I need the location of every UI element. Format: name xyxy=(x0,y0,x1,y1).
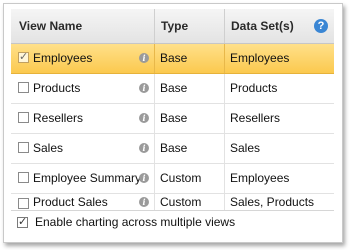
row-checkbox[interactable] xyxy=(18,198,29,209)
view-type: Base xyxy=(160,81,188,95)
view-data-sets: Resellers xyxy=(230,111,281,125)
header-divider xyxy=(154,9,155,43)
row-checkbox[interactable] xyxy=(18,82,29,93)
table-row[interactable]: Products i Base Products xyxy=(11,74,334,104)
column-divider xyxy=(154,74,155,103)
view-name: Products xyxy=(33,81,81,95)
column-divider xyxy=(224,44,225,73)
column-divider xyxy=(224,74,225,103)
view-data-sets: Products xyxy=(230,81,278,95)
view-name: Product Sales xyxy=(33,195,108,209)
table-row[interactable]: Resellers i Base Resellers xyxy=(11,104,334,134)
header-divider xyxy=(224,9,225,43)
view-type: Base xyxy=(160,51,188,65)
views-panel: View Name Type Data Set(s) ? ✓ Employees… xyxy=(3,3,343,243)
divider xyxy=(11,210,334,211)
row-checkbox[interactable] xyxy=(18,172,29,183)
column-divider xyxy=(154,164,155,193)
table-row[interactable]: Sales i Base Sales xyxy=(11,134,334,164)
column-divider xyxy=(224,134,225,163)
info-icon[interactable]: i xyxy=(139,83,149,93)
enable-charting-checkbox[interactable]: ✓ xyxy=(17,216,28,228)
info-icon[interactable]: i xyxy=(139,197,149,207)
view-name: Employee Summary xyxy=(33,171,142,185)
table-row[interactable]: ✓ Employees i Base Employees xyxy=(11,44,334,74)
column-divider xyxy=(224,194,225,210)
view-name: Sales xyxy=(33,141,64,155)
view-data-sets: Sales xyxy=(230,141,261,155)
column-divider xyxy=(154,134,155,163)
table-row[interactable]: Employee Summary i Custom Employees xyxy=(11,164,334,194)
multi-view-charting-option[interactable]: ✓ Enable charting across multiple views xyxy=(11,212,334,236)
column-divider xyxy=(154,44,155,73)
view-data-sets: Employees xyxy=(230,171,290,185)
row-checkbox[interactable] xyxy=(18,142,29,153)
check-icon: ✓ xyxy=(19,51,29,63)
header-data-sets[interactable]: Data Set(s) xyxy=(231,9,294,43)
view-name: Employees xyxy=(33,51,93,65)
view-type: Custom xyxy=(160,171,202,185)
column-divider xyxy=(224,104,225,133)
check-icon: ✓ xyxy=(18,216,28,228)
column-divider xyxy=(154,104,155,133)
view-data-sets: Sales, Products xyxy=(230,195,315,209)
header-type[interactable]: Type xyxy=(161,9,188,43)
info-icon[interactable]: i xyxy=(139,143,149,153)
view-data-sets: Employees xyxy=(230,51,290,65)
table-row[interactable]: Product Sales i Custom Sales, Products xyxy=(11,194,334,210)
view-type: Base xyxy=(160,111,188,125)
help-icon[interactable]: ? xyxy=(314,19,328,33)
row-checkbox[interactable] xyxy=(18,112,29,123)
header-view-name[interactable]: View Name xyxy=(19,9,82,43)
enable-charting-label[interactable]: Enable charting across multiple views xyxy=(35,212,235,232)
row-checkbox[interactable]: ✓ xyxy=(18,51,29,63)
view-type: Base xyxy=(160,141,188,155)
view-name: Resellers xyxy=(33,111,84,125)
view-type: Custom xyxy=(160,195,202,209)
column-divider xyxy=(154,194,155,210)
column-divider xyxy=(224,164,225,193)
info-icon[interactable]: i xyxy=(139,173,149,183)
info-icon[interactable]: i xyxy=(139,53,149,63)
info-icon[interactable]: i xyxy=(139,113,149,123)
table-header: View Name Type Data Set(s) ? xyxy=(11,9,334,44)
